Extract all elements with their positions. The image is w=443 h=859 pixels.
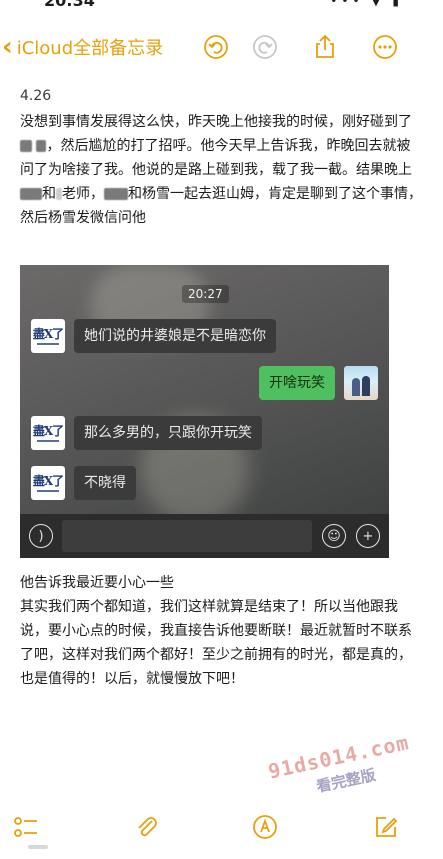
emoji-icon: ☺ [322, 524, 346, 548]
chevron-left-icon: ‹ [2, 32, 13, 62]
redo-button[interactable] [251, 33, 279, 61]
markup-button[interactable] [249, 811, 281, 843]
chat-screenshot-image: 20:27 盡X了 她们说的井婆娘是不是暗恋你 开啥玩笑 盡X了 那么多男的，只… [20, 265, 389, 558]
note-text: 和 [42, 186, 56, 202]
chat-bubble: 不晓得 [74, 466, 136, 500]
undo-icon [204, 35, 228, 59]
note-text: ，然后尴尬的打了招呼。他今天早上告诉我，昨晚回去就被问了为啥接了我。他说的是路上… [20, 138, 412, 178]
avatar: 盡X了 [31, 416, 65, 450]
status-bar: 20:34 ••• ▼ ▮ [0, 0, 443, 10]
note-date: 4.26 [20, 88, 52, 104]
chat-bubble: 她们说的井婆娘是不是暗恋你 [74, 319, 276, 353]
avatar: 盡X了 [31, 319, 65, 353]
note-body-bottom[interactable]: 他告诉我最近要小心一些 其实我们两个都知道，我们这样就算是结束了！所以当他跟我说… [20, 571, 423, 691]
chat-bubble: 那么多男的，只跟你开玩笑 [74, 416, 262, 450]
note-paragraph: 其实我们两个都知道，我们这样就算是结束了！所以当他跟我说，要小心点的时候，我直接… [20, 599, 412, 687]
attachment-icon [138, 817, 157, 837]
avatar-label: 盡X了 [32, 326, 64, 341]
chat-message-right: 开啥玩笑 [259, 366, 378, 400]
compose-button[interactable] [370, 811, 402, 843]
note-body-top[interactable]: 4.26 没想到事情发展得这么快，昨天晚上他接我的时候，刚好碰到了 ，然后尴尬的… [20, 86, 423, 230]
chat-message-left: 盡X了 那么多男的，只跟你开玩笑 [31, 416, 262, 450]
notes-toolbar: ‹ iCloud全部备忘录 [0, 30, 443, 66]
redacted-name [20, 140, 32, 152]
avatar-figure [362, 376, 370, 396]
back-label: iCloud全部备忘录 [16, 38, 164, 59]
more-icon [373, 35, 397, 59]
watermark: 91ds014.com 看完整版 [266, 730, 416, 806]
avatar-underline [37, 342, 59, 345]
redacted-name [104, 188, 128, 200]
checklist-icon [14, 817, 37, 837]
share-icon [316, 34, 334, 58]
avatar-label: 盡X了 [32, 423, 64, 438]
share-button[interactable] [311, 33, 339, 61]
chat-input [62, 520, 312, 552]
redo-icon [253, 35, 277, 59]
chat-bubble: 开啥玩笑 [259, 366, 335, 400]
avatar: 盡X了 [31, 466, 65, 500]
redacted-name [56, 188, 62, 200]
chat-timestamp: 20:27 [182, 285, 229, 303]
status-time: 20:34 [44, 0, 95, 10]
note-text: 没想到事情发展得这么快，昨天晚上他接我的时候，刚好碰到了 [20, 114, 412, 130]
chat-input-bar: ) ☺ + [20, 514, 389, 558]
avatar-underline [37, 439, 59, 442]
chat-message-left: 盡X了 她们说的井婆娘是不是暗恋你 [31, 319, 276, 353]
compose-icon [376, 817, 398, 837]
status-icons: ••• ▼ ▮ [330, 0, 403, 8]
avatar [344, 366, 378, 400]
voice-icon: ) [29, 524, 53, 548]
bottom-toolbar [0, 805, 443, 849]
more-button[interactable] [371, 33, 399, 61]
plus-icon: + [356, 524, 380, 548]
redacted-name [36, 140, 47, 152]
undo-button[interactable] [202, 33, 230, 61]
markup-icon [253, 815, 277, 839]
back-button[interactable]: ‹ iCloud全部备忘录 [2, 32, 163, 62]
avatar-underline [37, 489, 59, 492]
redacted-name [20, 188, 42, 200]
avatar-figure [352, 378, 360, 396]
note-paragraph: 没想到事情发展得这么快，昨天晚上他接我的时候，刚好碰到了 ，然后尴尬的打了招呼。… [20, 110, 423, 230]
note-paragraph: 他告诉我最近要小心一些 [20, 575, 174, 591]
attachment-button[interactable] [131, 811, 163, 843]
note-text: 老师， [62, 186, 104, 202]
home-indicator [28, 845, 48, 849]
chat-message-left: 盡X了 不晓得 [31, 466, 136, 500]
avatar-label: 盡X了 [32, 473, 64, 488]
checklist-button[interactable] [10, 811, 42, 843]
